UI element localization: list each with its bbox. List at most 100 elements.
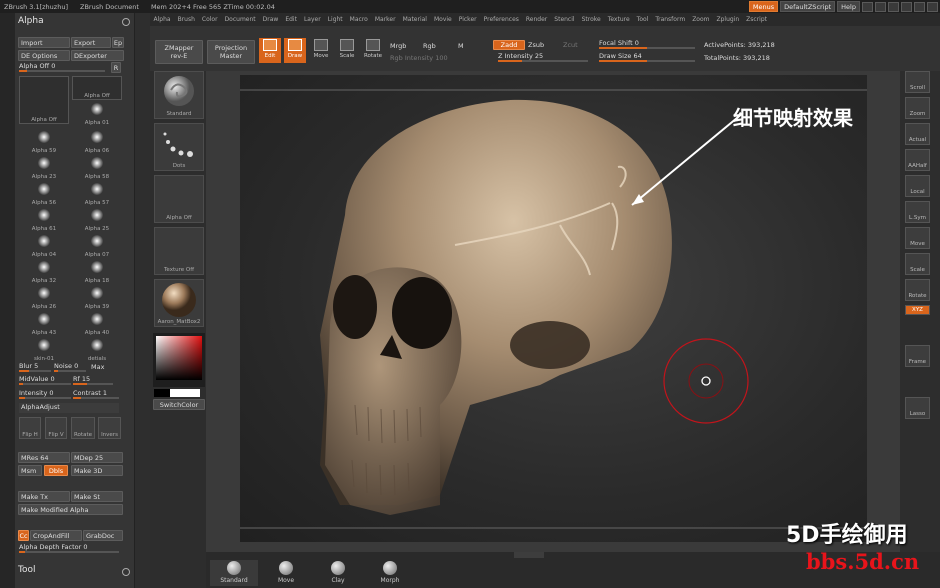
alpha-palette-title[interactable]: Alpha [18, 16, 44, 26]
maximize-icon[interactable] [914, 1, 925, 12]
menu-tool[interactable]: Tool [637, 16, 649, 23]
grab-doc-button[interactable]: GrabDoc [83, 530, 123, 541]
menu-zscript[interactable]: Zscript [746, 16, 767, 23]
menu-render[interactable]: Render [526, 16, 547, 23]
dexporter-button[interactable]: DExporter [71, 50, 124, 61]
brush-standard-tile[interactable]: Standard [154, 71, 204, 119]
mres-slider[interactable]: MRes 64 [18, 452, 70, 463]
alpha-off-slider[interactable]: Alpha Off 0 [19, 62, 105, 72]
menu-draw[interactable]: Draw [263, 16, 279, 23]
help-button[interactable]: Help [837, 1, 860, 12]
rgb-button[interactable]: Rgb [423, 42, 436, 50]
cc-button[interactable]: Cc [18, 530, 29, 541]
right-xyz-button[interactable]: XYZ [905, 305, 930, 315]
alpha-tile[interactable]: Alpha 26 [19, 285, 69, 310]
settings-icon[interactable] [888, 1, 899, 12]
rf-slider[interactable]: Rf 15 [73, 375, 113, 385]
zcut-button[interactable]: Zcut [563, 41, 578, 49]
right-frame-button[interactable]: Frame [905, 345, 930, 367]
material-tile[interactable]: Aaron_MatBox2 [154, 279, 204, 327]
contrast-slider[interactable]: Contrast 1 [73, 389, 119, 399]
tool-palette-title[interactable]: Tool [18, 565, 35, 575]
zadd-button[interactable]: Zadd [493, 40, 525, 50]
menu-material[interactable]: Material [403, 16, 427, 23]
bottom-shelf-toggle[interactable] [514, 552, 544, 558]
intensity-slider[interactable]: Intensity 0 [19, 389, 71, 399]
default-zscript-button[interactable]: DefaultZScript [780, 1, 836, 12]
alpha-tile[interactable]: skin-01 [19, 337, 69, 362]
zmapper-button[interactable]: ZMapper rev-E [155, 40, 203, 64]
move-button[interactable]: Move [310, 38, 332, 63]
menu-layer[interactable]: Layer [304, 16, 321, 23]
left-tray-scroll[interactable] [0, 13, 15, 588]
m-button[interactable]: M [458, 42, 464, 50]
scale-button[interactable]: Scale [336, 38, 358, 63]
export-button[interactable]: Export [71, 37, 111, 48]
invers-button[interactable]: Invers [98, 417, 121, 439]
right-move-button[interactable]: Move [905, 227, 930, 249]
switch-color-button[interactable]: SwitchColor [153, 399, 205, 410]
alpha-tile[interactable]: Alpha 23 [19, 155, 69, 180]
msm-button[interactable]: Msm [18, 465, 42, 476]
crop-and-fill-button[interactable]: CropAndFill [30, 530, 82, 541]
alpha-tile[interactable]: Alpha 25 [72, 207, 122, 232]
menu-picker[interactable]: Picker [459, 16, 477, 23]
flip-v-button[interactable]: Flip V [45, 417, 67, 439]
make-tx-button[interactable]: Make Tx [18, 491, 70, 502]
import-button[interactable]: Import [18, 37, 70, 48]
right-scale-button[interactable]: Scale [905, 253, 930, 275]
right-lasso-button[interactable]: Lasso [905, 397, 930, 419]
menus-button[interactable]: Menus [748, 1, 779, 12]
alpha-tile[interactable]: detials [72, 337, 122, 362]
menu-light[interactable]: Light [328, 16, 343, 23]
zsub-button[interactable]: Zsub [528, 41, 544, 49]
menu-document[interactable]: Document [225, 16, 256, 23]
alpha-off-shelf-tile[interactable]: Alpha Off [154, 175, 204, 223]
bottom-brush-move[interactable]: Move [262, 560, 310, 586]
edit-button[interactable]: Edit [259, 38, 281, 63]
alpha-tile[interactable]: Alpha 56 [19, 181, 69, 206]
minimize-icon[interactable] [901, 1, 912, 12]
menu-zplugin[interactable]: Zplugin [716, 16, 739, 23]
menu-edit[interactable]: Edit [285, 16, 297, 23]
menu-stroke[interactable]: Stroke [582, 16, 601, 23]
alpha-tile[interactable]: Alpha 58 [72, 155, 122, 180]
right-scroll-button[interactable]: Scroll [905, 71, 930, 93]
make-st-button[interactable]: Make St [71, 491, 123, 502]
alpha-off-tile[interactable]: Alpha Off [72, 76, 122, 100]
menu-texture[interactable]: Texture [608, 16, 630, 23]
de-options-button[interactable]: DE Options [18, 50, 70, 61]
max-toggle[interactable]: Max [91, 363, 111, 373]
alpha-tile[interactable]: Alpha 01 [72, 101, 122, 126]
dbls-button[interactable]: Dbls [44, 465, 68, 476]
mdep-slider[interactable]: MDep 25 [71, 452, 123, 463]
r-button[interactable]: R [111, 62, 121, 73]
alpha-tile[interactable]: Alpha 40 [72, 311, 122, 336]
bottom-brush-morph[interactable]: Morph [366, 560, 414, 586]
projection-master-button[interactable]: Projection Master [207, 40, 255, 64]
menu-preferences[interactable]: Preferences [484, 16, 519, 23]
secondary-color-swatch[interactable] [170, 389, 200, 397]
menu-alpha[interactable]: Alpha [154, 16, 171, 23]
right-rotate-button[interactable]: Rotate [905, 279, 930, 301]
texture-off-tile[interactable]: Texture Off [154, 227, 204, 275]
alpha-tile[interactable]: Alpha 43 [19, 311, 69, 336]
right-zoom-button[interactable]: Zoom [905, 97, 930, 119]
alpha-tile[interactable]: Alpha 04 [19, 233, 69, 258]
menu-color[interactable]: Color [202, 16, 218, 23]
menu-transform[interactable]: Transform [655, 16, 685, 23]
right-aahalf-button[interactable]: AAHalf [905, 149, 930, 171]
color-picker-field[interactable] [156, 336, 202, 380]
canvas-viewport[interactable] [240, 75, 867, 542]
alpha-tile[interactable]: Alpha 39 [72, 285, 122, 310]
menu-brush[interactable]: Brush [178, 16, 195, 23]
alpha-tile[interactable]: Alpha 59 [19, 129, 69, 154]
color-icon[interactable] [875, 1, 886, 12]
make-modified-alpha-button[interactable]: Make Modified Alpha [18, 504, 123, 515]
close-icon[interactable] [927, 1, 938, 12]
alpha-tile[interactable]: Alpha 07 [72, 233, 122, 258]
stroke-dots-tile[interactable]: Dots [154, 123, 204, 171]
menu-macro[interactable]: Macro [350, 16, 368, 23]
current-alpha-tile[interactable]: Alpha Off [19, 76, 69, 124]
mrgb-button[interactable]: Mrgb [390, 42, 406, 50]
